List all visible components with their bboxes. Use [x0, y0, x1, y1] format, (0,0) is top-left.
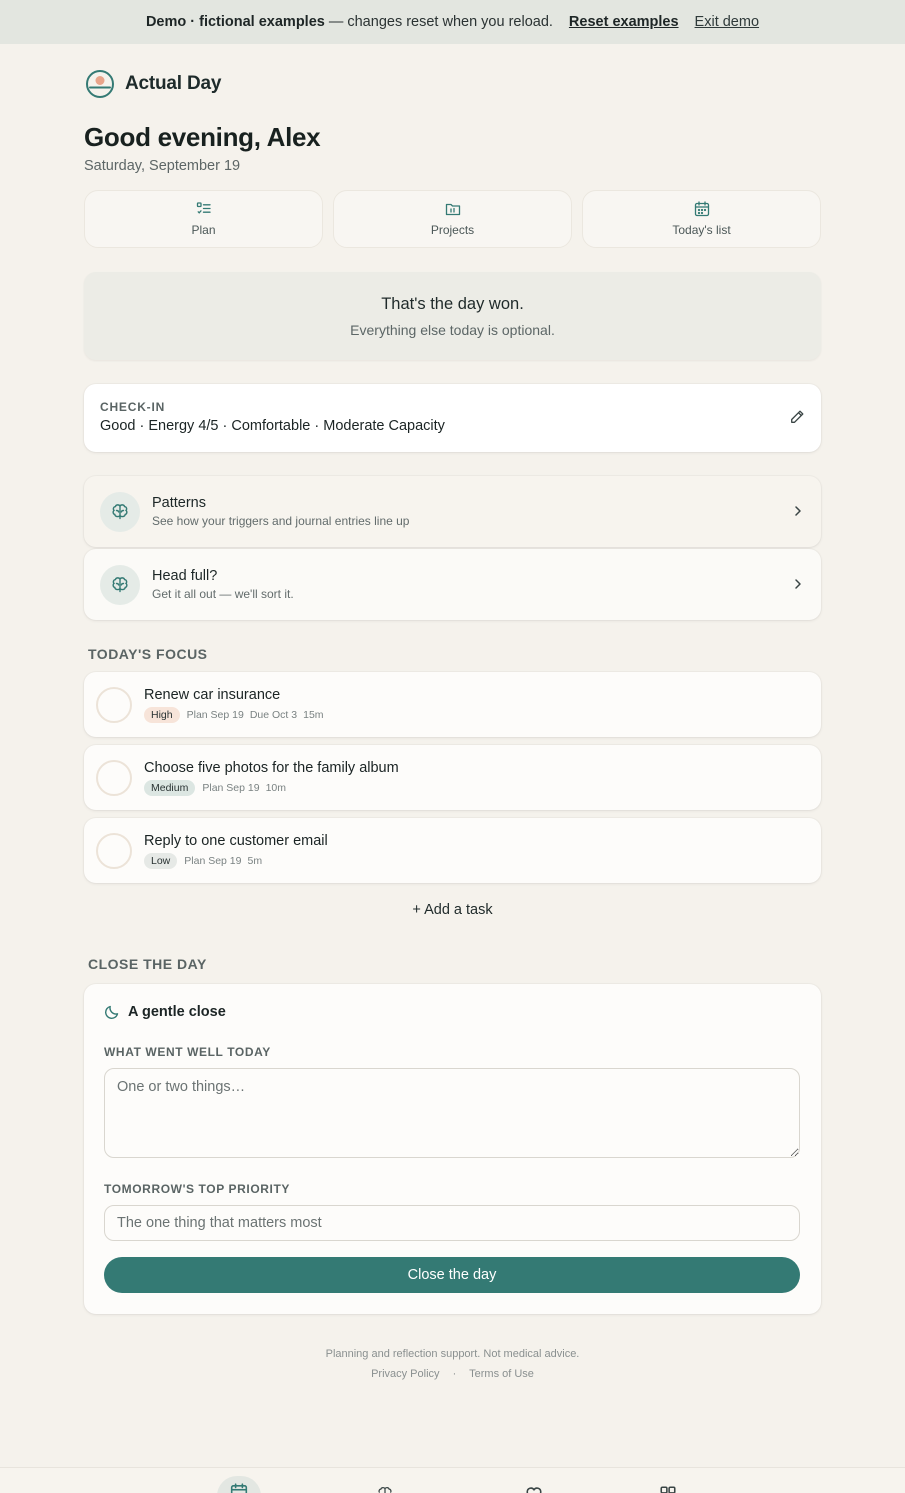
- privacy-policy-link[interactable]: Privacy Policy: [371, 1368, 439, 1380]
- focus-heading: TODAY'S FOCUS: [88, 646, 208, 662]
- day-won-title: That's the day won.: [381, 294, 524, 313]
- close-card-title-text: A gentle close: [128, 1004, 226, 1020]
- bottomnav-wellbeing[interactable]: [512, 1478, 556, 1493]
- task-complete-toggle[interactable]: [96, 832, 132, 869]
- task-duration: 5m: [247, 854, 263, 867]
- went-well-label: WHAT WENT WELL TODAY: [104, 1045, 271, 1059]
- brain-icon: [112, 576, 128, 592]
- task-plan-date: Plan Sep 19: [186, 708, 244, 721]
- brand-name: Actual Day: [125, 73, 222, 94]
- task-plan-date: Plan Sep 19: [202, 781, 260, 794]
- priority-badge: High: [144, 706, 180, 723]
- close-card-title: A gentle close: [104, 1004, 801, 1020]
- heart-icon: [526, 1487, 542, 1493]
- terms-link[interactable]: Terms of Use: [469, 1368, 534, 1380]
- priority-badge: Low: [144, 852, 178, 869]
- demo-banner-text: — changes reset when you reload.: [328, 14, 553, 30]
- moon-icon: [104, 1005, 119, 1020]
- task-due-date: Due Oct 3: [249, 708, 298, 721]
- link-icon-wrap: [100, 564, 140, 605]
- link-title: Head full?: [152, 568, 218, 584]
- footer-separator: ·: [452, 1368, 457, 1380]
- bottomnav-patterns[interactable]: [363, 1478, 407, 1493]
- bottomnav-today[interactable]: [217, 1476, 261, 1493]
- link-title: Patterns: [152, 495, 206, 511]
- demo-banner: Demo · fictional examples — changes rese…: [0, 0, 905, 44]
- task-duration: 10m: [265, 781, 287, 794]
- calendar-icon: [230, 1483, 248, 1493]
- brand: Actual Day: [84, 68, 821, 100]
- task-plan-date: Plan Sep 19: [184, 854, 242, 867]
- page-title: Good evening, Alex: [84, 122, 321, 152]
- task-title[interactable]: Renew car insurance: [144, 687, 330, 703]
- link-subtitle: Get it all out — we'll sort it.: [152, 587, 294, 601]
- quicknav-label: Projects: [430, 223, 475, 237]
- checklist-icon: [196, 202, 211, 214]
- task-title[interactable]: Choose five photos for the family album: [144, 760, 399, 776]
- checkin-summary: Good · Energy 4/5 · Comfortable · Modera…: [100, 418, 445, 434]
- chevron-right-icon: [795, 506, 801, 516]
- quicknav-projects[interactable]: Projects: [333, 190, 572, 248]
- grid-icon: [660, 1486, 676, 1493]
- head-full-link[interactable]: Head full? Get it all out — we'll sort i…: [84, 549, 821, 620]
- quicknav-label: Today's list: [672, 223, 731, 237]
- task-item: Renew car insurance High Plan Sep 19 Due…: [84, 672, 821, 737]
- reset-examples-link[interactable]: Reset examples: [569, 14, 679, 30]
- folder-icon: [445, 203, 460, 216]
- task-title[interactable]: Reply to one customer email: [144, 833, 328, 849]
- brain-icon: [378, 1486, 392, 1493]
- day-won-subtitle: Everything else today is optional.: [350, 321, 555, 338]
- quick-nav: Plan Projects Today's list: [84, 190, 821, 248]
- patterns-link[interactable]: Patterns See how your triggers and journ…: [84, 476, 821, 547]
- top-priority-input[interactable]: [104, 1205, 800, 1241]
- task-duration: 15m: [303, 708, 324, 721]
- checkin-label: CHECK-IN: [100, 400, 166, 414]
- pencil-icon[interactable]: [789, 409, 805, 425]
- bottomnav-more[interactable]: [646, 1478, 690, 1493]
- went-well-field[interactable]: [104, 1068, 800, 1158]
- task-item: Reply to one customer email Low Plan Sep…: [84, 818, 821, 883]
- demo-banner-title: Demo · fictional examples: [145, 14, 325, 30]
- brain-icon: [112, 503, 128, 519]
- footer-note: Planning and reflection support. Not med…: [325, 1348, 580, 1360]
- day-won-panel: That's the day won. Everything else toda…: [84, 272, 821, 360]
- calendar-icon: [694, 201, 709, 217]
- link-icon-wrap: [100, 491, 140, 532]
- footer: Planning and reflection support. Not med…: [84, 1348, 821, 1380]
- add-task-button[interactable]: + Add a task: [84, 902, 821, 918]
- main-content: Actual Day Good evening, Alex Saturday, …: [84, 68, 821, 1380]
- close-day-card: A gentle close WHAT WENT WELL TODAY TOMO…: [84, 984, 821, 1314]
- task-complete-toggle[interactable]: [96, 759, 132, 796]
- quicknav-todays-list[interactable]: Today's list: [582, 190, 821, 248]
- close-day-button[interactable]: Close the day: [104, 1257, 800, 1293]
- exit-demo-link[interactable]: Exit demo: [695, 14, 759, 30]
- bottom-nav: [0, 1467, 905, 1493]
- current-date: Saturday, September 19: [84, 158, 241, 174]
- checkin-card: CHECK-IN Good · Energy 4/5 · Comfortable…: [84, 384, 821, 452]
- quicknav-plan[interactable]: Plan: [84, 190, 323, 248]
- task-complete-toggle[interactable]: [96, 686, 132, 723]
- top-priority-label: TOMORROW'S TOP PRIORITY: [104, 1182, 291, 1196]
- link-subtitle: See how your triggers and journal entrie…: [152, 514, 410, 528]
- close-day-heading: CLOSE THE DAY: [88, 956, 207, 972]
- task-item: Choose five photos for the family album …: [84, 745, 821, 810]
- priority-badge: Medium: [144, 779, 196, 796]
- chevron-right-icon: [795, 579, 801, 589]
- sunrise-logo-icon: [86, 70, 114, 98]
- quicknav-label: Plan: [191, 223, 216, 237]
